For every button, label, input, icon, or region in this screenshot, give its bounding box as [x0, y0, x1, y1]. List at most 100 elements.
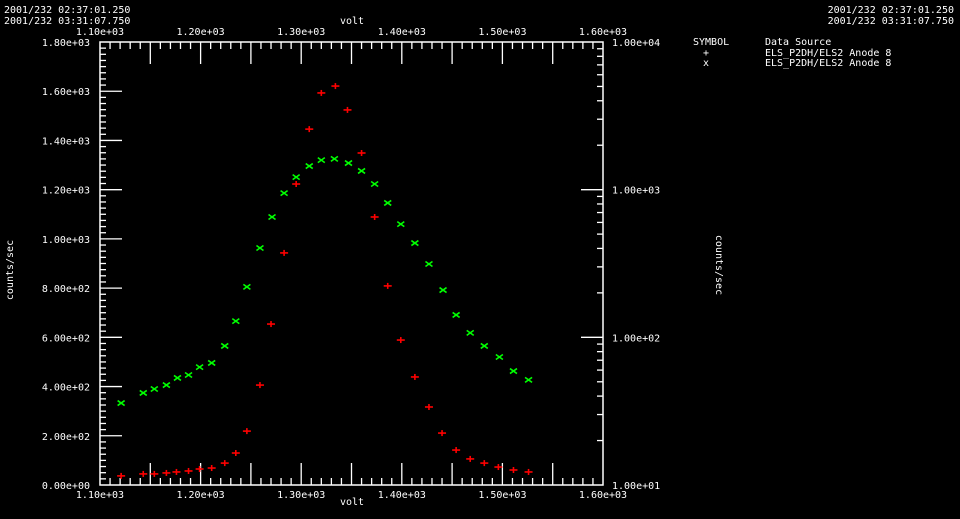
data-point-plus [150, 470, 159, 477]
data-point-x [317, 156, 326, 164]
data-point-x [396, 220, 405, 228]
x-tick-label: 1.20e+03 [177, 490, 225, 501]
data-point-plus [438, 430, 447, 437]
data-point-x [231, 317, 240, 325]
x-tick-label-top: 1.50e+03 [478, 27, 526, 38]
y2-tick-label: 1.00e+04 [612, 38, 660, 49]
data-point-x [524, 376, 533, 384]
y2-axis-title: counts/sec [713, 235, 724, 295]
data-point-x [305, 162, 314, 170]
data-point-x [410, 239, 419, 247]
data-point-plus [509, 466, 518, 473]
data-point-x [495, 353, 504, 361]
y-tick-label: 1.00e+03 [42, 235, 90, 246]
data-point-x [184, 371, 193, 379]
x-tick-label-top: 1.60e+03 [579, 27, 627, 38]
time-end-left: 2001/232 03:31:07.750 [4, 16, 130, 27]
data-point-x [195, 363, 204, 371]
data-point-x [357, 167, 366, 175]
legend-symbol-header: SYMBOL [693, 37, 729, 48]
data-point-plus [343, 106, 352, 113]
x-tick-label: 1.40e+03 [378, 490, 426, 501]
y-tick-label: 2.00e+02 [42, 432, 90, 443]
data-point-plus [117, 472, 126, 479]
y2-tick-label: 1.00e+03 [612, 186, 660, 197]
data-point-x [509, 367, 518, 375]
x-tick-label-top: 1.10e+03 [76, 27, 124, 38]
legend-source-header: Data Source [765, 37, 831, 48]
y2-tick-label: 1.00e+01 [612, 481, 660, 492]
y-tick-label: 1.80e+03 [42, 38, 90, 49]
data-point-x [452, 311, 461, 319]
y2-tick-label: 1.00e+02 [612, 333, 660, 344]
data-point-x [220, 342, 229, 350]
data-point-x [150, 385, 159, 393]
data-point-x [370, 180, 379, 188]
data-point-plus [410, 373, 419, 380]
data-point-plus [424, 403, 433, 410]
data-point-plus [331, 83, 340, 90]
data-point-plus [231, 450, 240, 457]
data-point-plus [172, 468, 181, 475]
data-point-x [480, 342, 489, 350]
y-axis-title: counts/sec [5, 240, 16, 300]
data-point-x [466, 329, 475, 337]
data-point-plus [452, 447, 461, 454]
data-point-x [268, 213, 276, 221]
data-point-x [117, 399, 126, 407]
data-point-x [280, 189, 289, 197]
data-point-plus [317, 89, 326, 96]
data-point-plus [162, 469, 171, 476]
y-tick-label: 1.60e+03 [42, 87, 90, 98]
data-point-plus [494, 464, 503, 471]
data-point-plus [139, 470, 148, 477]
y-tick-label: 0.00e+00 [42, 481, 90, 492]
data-point-plus [267, 321, 276, 328]
data-point-x [292, 173, 301, 181]
data-point-plus [184, 467, 193, 474]
legend-source-x: ELS_P2DH/ELS2 Anode 8 [765, 58, 891, 69]
data-point-plus [305, 126, 314, 133]
legend-symbol-x: x [703, 58, 709, 69]
data-point-x [424, 260, 433, 268]
data-point-x [344, 159, 353, 167]
data-point-plus [480, 460, 489, 467]
data-point-x [139, 389, 148, 397]
data-point-plus [292, 181, 301, 188]
data-point-x [173, 374, 182, 382]
data-point-plus [280, 249, 289, 256]
data-point-plus [220, 460, 229, 467]
x-tick-label: 1.30e+03 [277, 490, 325, 501]
x-tick-label-top: 1.40e+03 [378, 27, 426, 38]
data-point-x [242, 283, 251, 291]
x-tick-label: 1.50e+03 [478, 490, 526, 501]
time-start-right: 2001/232 02:37:01.250 [828, 5, 954, 16]
data-point-plus [524, 468, 533, 475]
chart: 2001/232 02:37:01.250 2001/232 03:31:07.… [4, 5, 954, 508]
data-point-plus [383, 282, 392, 289]
y-tick-label: 4.00e+02 [42, 383, 90, 394]
time-end-right: 2001/232 03:31:07.750 [828, 16, 954, 27]
x-axis-title-top: volt [340, 16, 364, 27]
x-axis-title-bottom: volt [340, 497, 364, 508]
data-point-plus [466, 455, 475, 462]
x-tick-label-top: 1.30e+03 [277, 27, 325, 38]
plot-frame [99, 41, 604, 486]
data-point-x [207, 359, 216, 367]
data-point-x [439, 286, 448, 294]
data-point-x [162, 381, 171, 389]
time-start-left: 2001/232 02:37:01.250 [4, 5, 130, 16]
data-point-plus [195, 466, 204, 473]
y-tick-label: 1.40e+03 [42, 136, 90, 147]
data-point-x [383, 199, 392, 207]
data-point-plus [255, 382, 264, 389]
data-point-plus [370, 213, 379, 220]
y-tick-label: 8.00e+02 [42, 284, 90, 295]
data-point-plus [357, 149, 366, 156]
data-point-plus [242, 428, 251, 435]
data-point-x [255, 244, 264, 252]
x-tick-label-top: 1.20e+03 [177, 27, 225, 38]
data-point-plus [396, 337, 405, 344]
data-point-plus [207, 465, 216, 472]
y-tick-label: 6.00e+02 [42, 333, 90, 344]
